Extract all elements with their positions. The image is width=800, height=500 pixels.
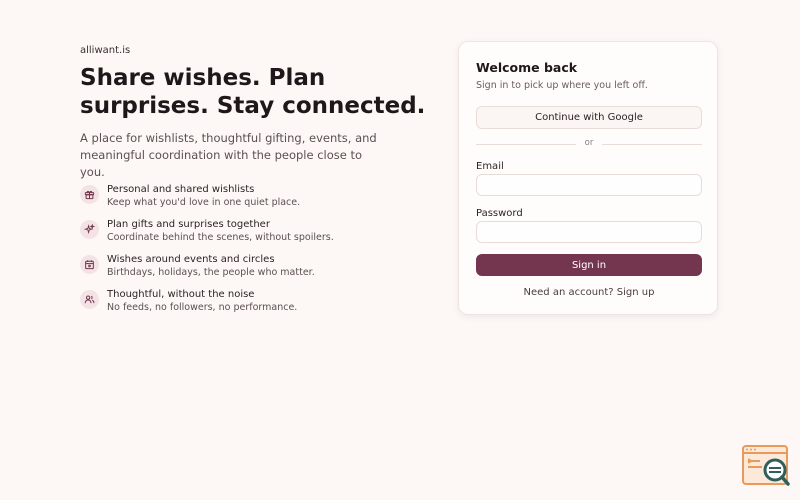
- users-icon: [80, 290, 99, 309]
- email-field[interactable]: [476, 174, 702, 196]
- feature-item-noise: Thoughtful, without the noise No feeds, …: [80, 288, 420, 323]
- feature-item-events: Wishes around events and circles Birthda…: [80, 253, 420, 288]
- google-signin-button[interactable]: Continue with Google: [476, 106, 702, 129]
- feature-description: Coordinate behind the scenes, without sp…: [107, 232, 334, 243]
- hero-subtitle: A place for wishlists, thoughtful giftin…: [80, 131, 377, 179]
- divider-text: or: [584, 138, 594, 148]
- feature-item-surprises: Plan gifts and surprises together Coordi…: [80, 218, 420, 253]
- signup-link[interactable]: Need an account? Sign up: [459, 287, 719, 298]
- divider-line: [602, 144, 702, 145]
- login-subtitle: Sign in to pick up where you left off.: [476, 80, 648, 91]
- sparkles-icon: [80, 220, 99, 239]
- login-card: Welcome back Sign in to pick up where yo…: [458, 41, 718, 315]
- feature-list: Personal and shared wishlists Keep what …: [80, 183, 420, 323]
- feature-title: Thoughtful, without the noise: [107, 289, 255, 300]
- email-label: Email: [476, 161, 504, 172]
- feature-title: Personal and shared wishlists: [107, 184, 255, 195]
- or-divider: or: [476, 138, 702, 150]
- feature-description: Keep what you'd love in one quiet place.: [107, 197, 301, 208]
- sign-in-button[interactable]: Sign in: [476, 254, 702, 276]
- brand-name[interactable]: alliwant.is: [80, 45, 130, 56]
- feature-description: No feeds, no followers, no performance.: [107, 302, 298, 313]
- feature-title: Wishes around events and circles: [107, 254, 275, 265]
- calendar-icon: [80, 255, 99, 274]
- login-title: Welcome back: [476, 60, 578, 75]
- gift-icon: [80, 185, 99, 204]
- password-label: Password: [476, 208, 523, 219]
- hero-title: Share wishes. Plan surprises. Stay conne…: [80, 65, 426, 119]
- feature-description: Birthdays, holidays, the people who matt…: [107, 267, 315, 278]
- feedback-widget-icon[interactable]: [742, 445, 790, 487]
- feature-item-wishlists: Personal and shared wishlists Keep what …: [80, 183, 420, 218]
- feature-title: Plan gifts and surprises together: [107, 219, 270, 230]
- password-field[interactable]: [476, 221, 702, 243]
